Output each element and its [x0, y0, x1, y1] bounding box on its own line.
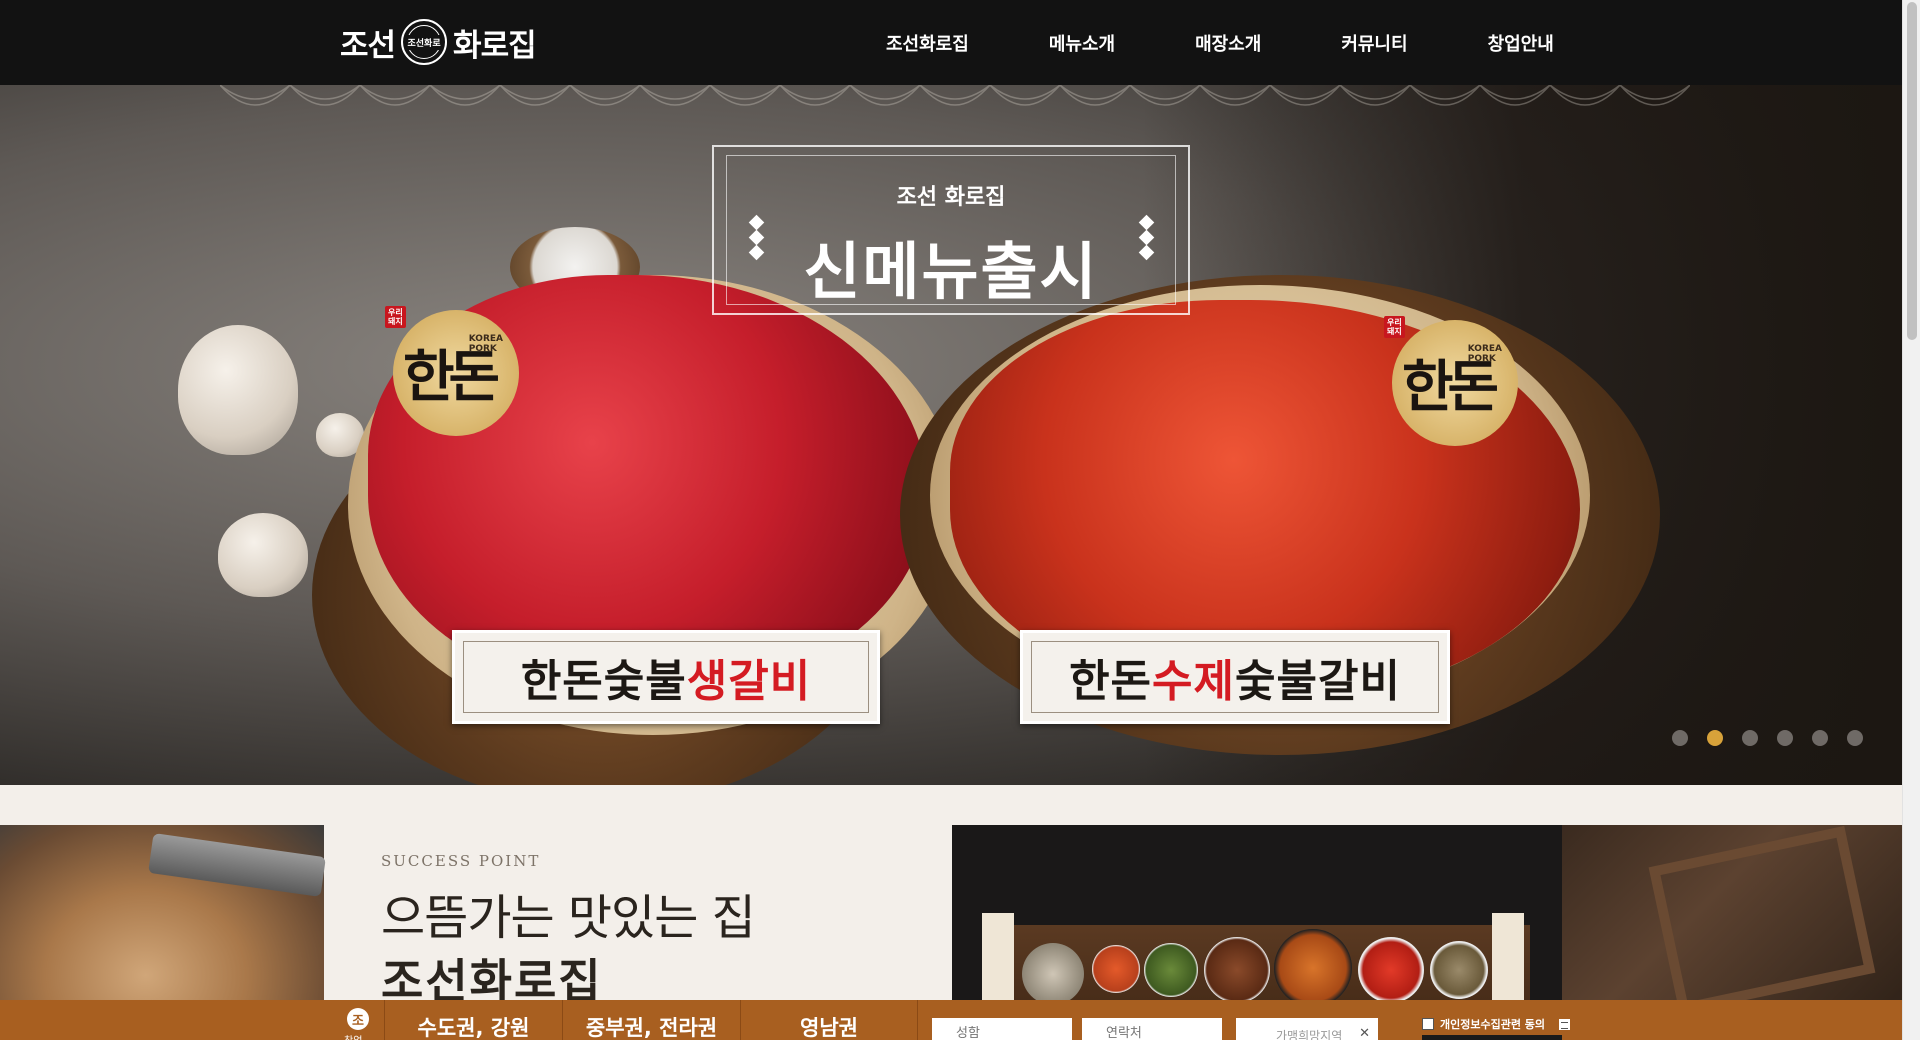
wave-pattern-decoration [220, 85, 1690, 106]
nav-item-community[interactable]: 커뮤니티 [1301, 30, 1447, 56]
slider-dot-2[interactable] [1707, 730, 1723, 746]
region-tab-yeongnam[interactable]: 영남권 [740, 1000, 918, 1040]
brand-logo[interactable]: 조선 조선화로 화로집 [340, 16, 537, 68]
main-nav: 조선화로집 메뉴소개 매장소개 커뮤니티 창업안내 [846, 0, 1594, 85]
nav-item-franchise[interactable]: 창업안내 [1448, 30, 1594, 56]
logo-right-word: 화로집 [453, 27, 537, 64]
logo-seal-text: 조선화로 [405, 34, 443, 50]
region-tabs: 수도권, 강원 중부권, 전라권 영남권 [384, 1000, 918, 1040]
name-input[interactable] [932, 1018, 1072, 1040]
nav-item-brand[interactable]: 조선화로집 [846, 30, 1009, 56]
slider-pagination [1672, 730, 1863, 746]
privacy-agreement: 개인정보수집관련 동의 [1422, 1016, 1571, 1032]
hero-mini-logo: 조선 화로집 [896, 184, 1006, 210]
korea-pork-badge-left: 우리 돼지 한돈 KOREA PORK [385, 306, 519, 436]
korea-pork-badge-right: 우리 돼지 한돈 KOREA PORK [1384, 316, 1518, 446]
privacy-agree-label: 개인정보수집관련 동의 [1440, 1018, 1546, 1031]
inquiry-icon-label: 창업 [344, 1032, 362, 1040]
scrollbar-thumb[interactable] [1907, 2, 1917, 340]
region-tab-capital[interactable]: 수도권, 강원 [384, 1000, 562, 1040]
nav-item-stores[interactable]: 매장소개 [1155, 30, 1301, 56]
logo-seal-icon: 조선화로 [401, 19, 448, 65]
hero-headline: 신메뉴출시 [803, 235, 1099, 308]
area-select[interactable]: 가맹희망지역 ✕ [1236, 1018, 1378, 1040]
section-eyebrow: SUCCESS POINT [381, 852, 541, 870]
logo-left-word: 조선 [340, 27, 396, 64]
slider-dot-5[interactable] [1812, 730, 1828, 746]
site-header: 조선 조선화로 화로집 조선화로집 메뉴소개 매장소개 커뮤니티 창업안내 [0, 0, 1902, 85]
privacy-agree-checkbox[interactable] [1422, 1018, 1434, 1030]
garlic-clove-image [218, 513, 308, 597]
new-menu-title-frame: 조선 화로집 신메뉴출시 [712, 145, 1190, 315]
slider-dot-1[interactable] [1672, 730, 1688, 746]
menu-card-marinated-ribs[interactable]: 한돈수제숯불갈비 [1020, 630, 1450, 724]
slider-dot-4[interactable] [1777, 730, 1793, 746]
privacy-view-icon[interactable] [1559, 1018, 1571, 1030]
page-scrollbar[interactable] [1902, 0, 1920, 1040]
slider-dot-3[interactable] [1742, 730, 1758, 746]
region-tab-central[interactable]: 중부권, 전라권 [562, 1000, 740, 1040]
tongs-image [148, 833, 326, 897]
chevron-down-icon: ✕ [1359, 1026, 1370, 1040]
phone-input[interactable] [1082, 1018, 1222, 1040]
area-select-value: 가맹희망지역 [1276, 1029, 1343, 1040]
inquiry-logo-icon[interactable]: 조 [347, 1008, 369, 1030]
nav-item-menu[interactable]: 메뉴소개 [1009, 30, 1155, 56]
menu-card-raw-ribs[interactable]: 한돈숯불생갈비 [452, 630, 880, 724]
slider-dot-6[interactable] [1847, 730, 1863, 746]
garlic-image [178, 325, 298, 455]
hero-slider: 조선 화로집 신메뉴출시 우리 돼지 한돈 KOREA PORK 우리 돼지 한돈 K… [0, 85, 1902, 785]
franchise-inquiry-bar: 조 창업 수도권, 강원 중부권, 전라권 영남권 가맹희망지역 ✕ [0, 1000, 1902, 1040]
section-title: 으뜸가는 맛있는 집 [381, 890, 756, 946]
submit-button[interactable] [1422, 1035, 1562, 1040]
